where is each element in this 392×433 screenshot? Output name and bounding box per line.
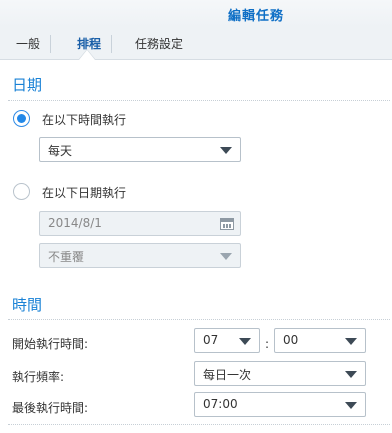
last-run-time-value: 07:00 <box>203 397 238 411</box>
run-on-date-radio[interactable] <box>13 183 30 200</box>
window-titlebar: 編輯任務 <box>0 0 392 27</box>
tab-general[interactable]: 一般 <box>6 35 52 53</box>
repeat-value: 不重覆 <box>48 250 85 264</box>
window-title: 編輯任務 <box>227 9 284 24</box>
frequency-value: 每日一次 <box>203 368 252 382</box>
calendar-icon[interactable] <box>220 218 234 230</box>
chevron-down-icon <box>220 253 232 260</box>
start-hour-select[interactable]: 07 <box>194 328 260 353</box>
run-daily-radio[interactable] <box>13 110 30 127</box>
run-date-value: 2014/8/1 <box>48 216 102 230</box>
section-divider <box>8 319 390 320</box>
repeat-select[interactable]: 不重覆 <box>39 243 241 268</box>
chevron-down-icon <box>220 147 232 154</box>
start-minute-value: 00 <box>283 333 299 347</box>
date-section-title: 日期 <box>12 76 43 94</box>
start-minute-select[interactable]: 00 <box>274 328 366 353</box>
last-run-time-label: 最後執行時間: <box>12 401 89 415</box>
section-divider <box>8 100 390 101</box>
chevron-down-icon <box>345 402 357 409</box>
tab-bar: 一般 排程 任務設定 <box>0 27 392 60</box>
frequency-select[interactable]: 每日一次 <box>194 361 366 386</box>
run-date-field[interactable]: 2014/8/1 <box>39 211 241 236</box>
tab-task-settings[interactable]: 任務設定 <box>125 35 193 53</box>
run-daily-label: 在以下時間執行 <box>42 113 127 127</box>
frequency-label: 執行頻率: <box>12 370 65 384</box>
chevron-down-icon <box>345 338 357 345</box>
start-hour-value: 07 <box>203 333 219 347</box>
start-time-label: 開始執行時間: <box>12 337 89 351</box>
time-separator: : <box>265 337 270 351</box>
last-run-time-select[interactable]: 07:00 <box>194 392 366 417</box>
chevron-down-icon <box>345 371 357 378</box>
section-divider <box>8 424 390 425</box>
run-on-date-label: 在以下日期執行 <box>42 186 127 200</box>
active-tab-indicator <box>79 50 95 60</box>
chevron-down-icon <box>239 338 251 345</box>
time-section-title: 時間 <box>12 296 43 314</box>
daily-frequency-select[interactable]: 每天 <box>39 137 241 162</box>
daily-frequency-value: 每天 <box>48 144 73 158</box>
